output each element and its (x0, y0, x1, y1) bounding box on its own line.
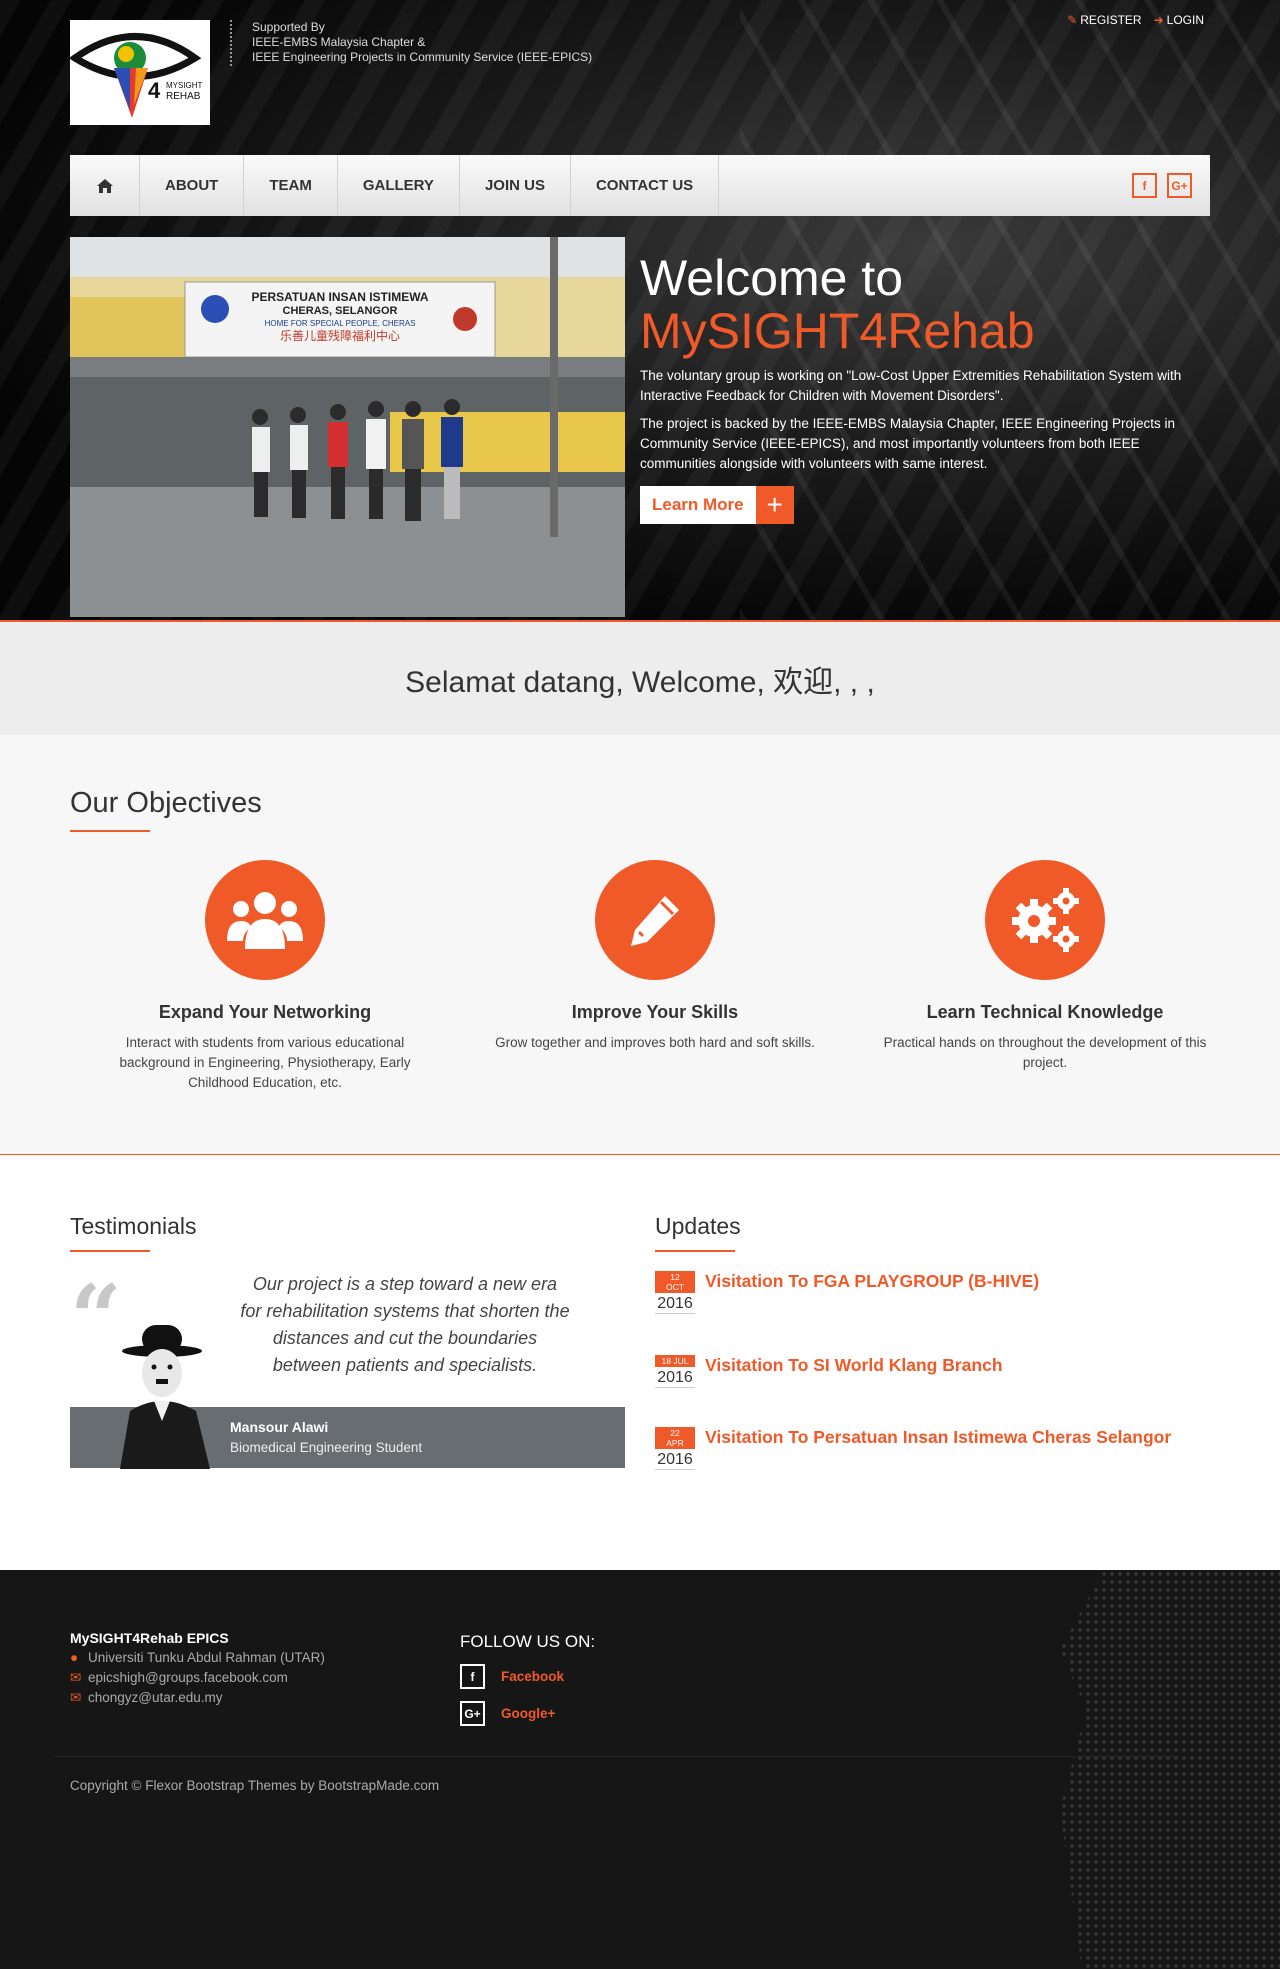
svg-text:PERSATUAN INSAN ISTIMEWA: PERSATUAN INSAN ISTIMEWA (251, 290, 428, 304)
footer-contact: MySIGHT4Rehab EPICS ● Universiti Tunku Ab… (70, 1628, 325, 1708)
auth-links: ✎ REGISTER ➜ LOGIN (1067, 13, 1204, 27)
eye-logo-icon: 4 MYSIGHT REHAB (68, 33, 203, 118)
testimonials-title: Testimonials (70, 1213, 197, 1239)
support-line-2: IEEE Engineering Projects in Community S… (252, 50, 593, 64)
footer-address: ● Universiti Tunku Abdul Rahman (UTAR) (70, 1648, 325, 1668)
envelope-icon: ✉ (70, 1670, 82, 1685)
sign-in-icon: ➜ (1153, 13, 1164, 27)
map-marker-icon: ● (70, 1650, 79, 1665)
edit-icon: ✎ (1067, 13, 1078, 27)
nav-contact-us[interactable]: CONTACT US (571, 155, 720, 216)
objective-item: Expand Your Networking Interact with stu… (70, 860, 460, 1093)
home-icon (96, 178, 113, 193)
objectives-section: Our Objectives Expand Your Networking In… (0, 735, 1280, 1155)
update-date: 22 APR 2016 (655, 1427, 695, 1470)
nav-join-us[interactable]: JOIN US (460, 155, 571, 216)
objective-title: Improve Your Skills (571, 1002, 739, 1022)
nav-home[interactable] (70, 155, 140, 216)
objective-desc: Grow together and improves both hard and… (495, 1035, 815, 1050)
welcome-bar: Selamat datang, Welcome, 欢迎, , , (0, 620, 1280, 735)
register-link[interactable]: ✎ REGISTER (1067, 13, 1141, 27)
hero-photo: PERSATUAN INSAN ISTIMEWA CHERAS, SELANGO… (70, 237, 625, 617)
testimonial-name: Mansour Alawi (230, 1419, 329, 1435)
follow-title: FOLLOW US ON: (460, 1632, 596, 1651)
updates-title: Updates (655, 1213, 741, 1239)
testimonial-avatar (120, 1321, 220, 1471)
objective-item: Learn Technical Knowledge Practical hand… (850, 860, 1240, 1093)
footer-follow: FOLLOW US ON: f Facebook G+ Google+ (460, 1632, 595, 1726)
svg-text:HOME FOR SPECIAL PEOPLE, CHERA: HOME FOR SPECIAL PEOPLE, CHERAS (265, 319, 416, 328)
svg-text:4: 4 (148, 78, 161, 103)
hero-text: Welcome to MySIGHT4Rehab The voluntary g… (640, 252, 1210, 524)
envelope-icon: ✉ (70, 1690, 82, 1705)
gears-icon (985, 860, 1105, 980)
objective-item: Improve Your Skills Grow together and im… (460, 860, 850, 1093)
support-line-1: IEEE-EMBS Malaysia Chapter & (252, 35, 426, 49)
hero-paragraph-1: The voluntary group is working on "Low-C… (640, 368, 1182, 403)
hero-title-line2: MySIGHT4Rehab (640, 303, 1035, 359)
update-title-link[interactable]: Visitation To SI World Klang Branch (705, 1355, 1003, 1376)
hero-paragraph-2: The project is backed by the IEEE-EMBS M… (640, 416, 1176, 471)
plus-icon: + (755, 486, 794, 524)
objectives-list: Expand Your Networking Interact with stu… (70, 860, 1240, 1093)
header-section: 4 MYSIGHT REHAB Supported By IEEE-EMBS M… (0, 0, 1280, 620)
nav-team[interactable]: TEAM (244, 155, 338, 216)
footer-email-2[interactable]: ✉ chongyz@utar.edu.my (70, 1688, 325, 1708)
objectives-title: Our Objectives (70, 787, 262, 819)
footer: MySIGHT4Rehab EPICS ● Universiti Tunku Ab… (0, 1570, 1280, 1969)
testimonial-quote: Our project is a step toward a new era f… (240, 1274, 570, 1375)
footer-googleplus-link[interactable]: G+ Google+ (460, 1701, 595, 1726)
nav-social-links: f G+ (1132, 155, 1210, 216)
learn-more-label: Learn More (640, 486, 756, 524)
svg-text:REHAB: REHAB (166, 91, 201, 102)
facebook-icon[interactable]: f (1132, 173, 1157, 198)
nav-gallery[interactable]: GALLERY (338, 155, 460, 216)
svg-text:乐善儿童残障福利中心: 乐善儿童残障福利中心 (280, 328, 400, 343)
testimonials-updates-section: Testimonials “ Our project is a step tow… (0, 1155, 1280, 1570)
support-label: Supported By (252, 20, 325, 34)
footer-divider (55, 1756, 1180, 1757)
svg-text:CHERAS, SELANGOR: CHERAS, SELANGOR (283, 305, 398, 317)
hero-title-line1: Welcome to (640, 250, 904, 306)
login-link[interactable]: ➜ LOGIN (1154, 13, 1204, 27)
update-title-link[interactable]: Visitation To Persatuan Insan Istimewa C… (705, 1427, 1171, 1448)
googleplus-icon: G+ (460, 1701, 485, 1726)
facebook-icon: f (460, 1664, 485, 1689)
testimonials-panel: Testimonials “ Our project is a step tow… (70, 1213, 625, 1469)
users-icon (205, 860, 325, 980)
objective-desc: Practical hands on throughout the develo… (883, 1035, 1207, 1070)
update-date: 12 OCT 2016 (655, 1271, 695, 1314)
svg-text:MYSIGHT: MYSIGHT (166, 81, 203, 90)
objective-title: Expand Your Networking (158, 1002, 372, 1022)
testimonial-role: Biomedical Engineering Student (230, 1440, 423, 1455)
googleplus-icon[interactable]: G+ (1167, 173, 1192, 198)
group-photo-image: PERSATUAN INSAN ISTIMEWA CHERAS, SELANGO… (70, 237, 625, 617)
world-map-decoration (1060, 1570, 1280, 1969)
copyright-text: Copyright © Flexor Bootstrap Themes by B… (70, 1778, 440, 1793)
footer-email-1[interactable]: ✉ epicshigh@groups.facebook.com (70, 1668, 325, 1688)
pencil-icon (595, 860, 715, 980)
footer-facebook-link[interactable]: f Facebook (460, 1664, 595, 1689)
welcome-text: Selamat datang, Welcome, 欢迎, , , (405, 665, 875, 699)
objectives-divider (70, 830, 150, 832)
learn-more-button[interactable]: Learn More + (640, 486, 794, 524)
main-navbar: ABOUT TEAM GALLERY JOIN US CONTACT US f … (70, 155, 1210, 216)
objective-title: Learn Technical Knowledge (926, 1002, 1164, 1022)
footer-org-name: MySIGHT4Rehab EPICS (70, 1630, 229, 1646)
testimonials-divider (70, 1250, 150, 1252)
objective-desc: Interact with students from various educ… (119, 1035, 411, 1090)
support-text: Supported By IEEE-EMBS Malaysia Chapter … (230, 20, 592, 66)
update-date: 18 JUL 2016 (655, 1355, 695, 1388)
updates-divider (655, 1250, 735, 1252)
update-title-link[interactable]: Visitation To FGA PLAYGROUP (B-HIVE) (705, 1271, 1039, 1292)
updates-panel: Updates 12 OCT 2016 Visitation To FGA PLA… (655, 1213, 1210, 1470)
nav-about[interactable]: ABOUT (140, 155, 245, 216)
site-logo[interactable]: 4 MYSIGHT REHAB (68, 20, 210, 125)
quote-icon: “ (70, 1265, 122, 1371)
